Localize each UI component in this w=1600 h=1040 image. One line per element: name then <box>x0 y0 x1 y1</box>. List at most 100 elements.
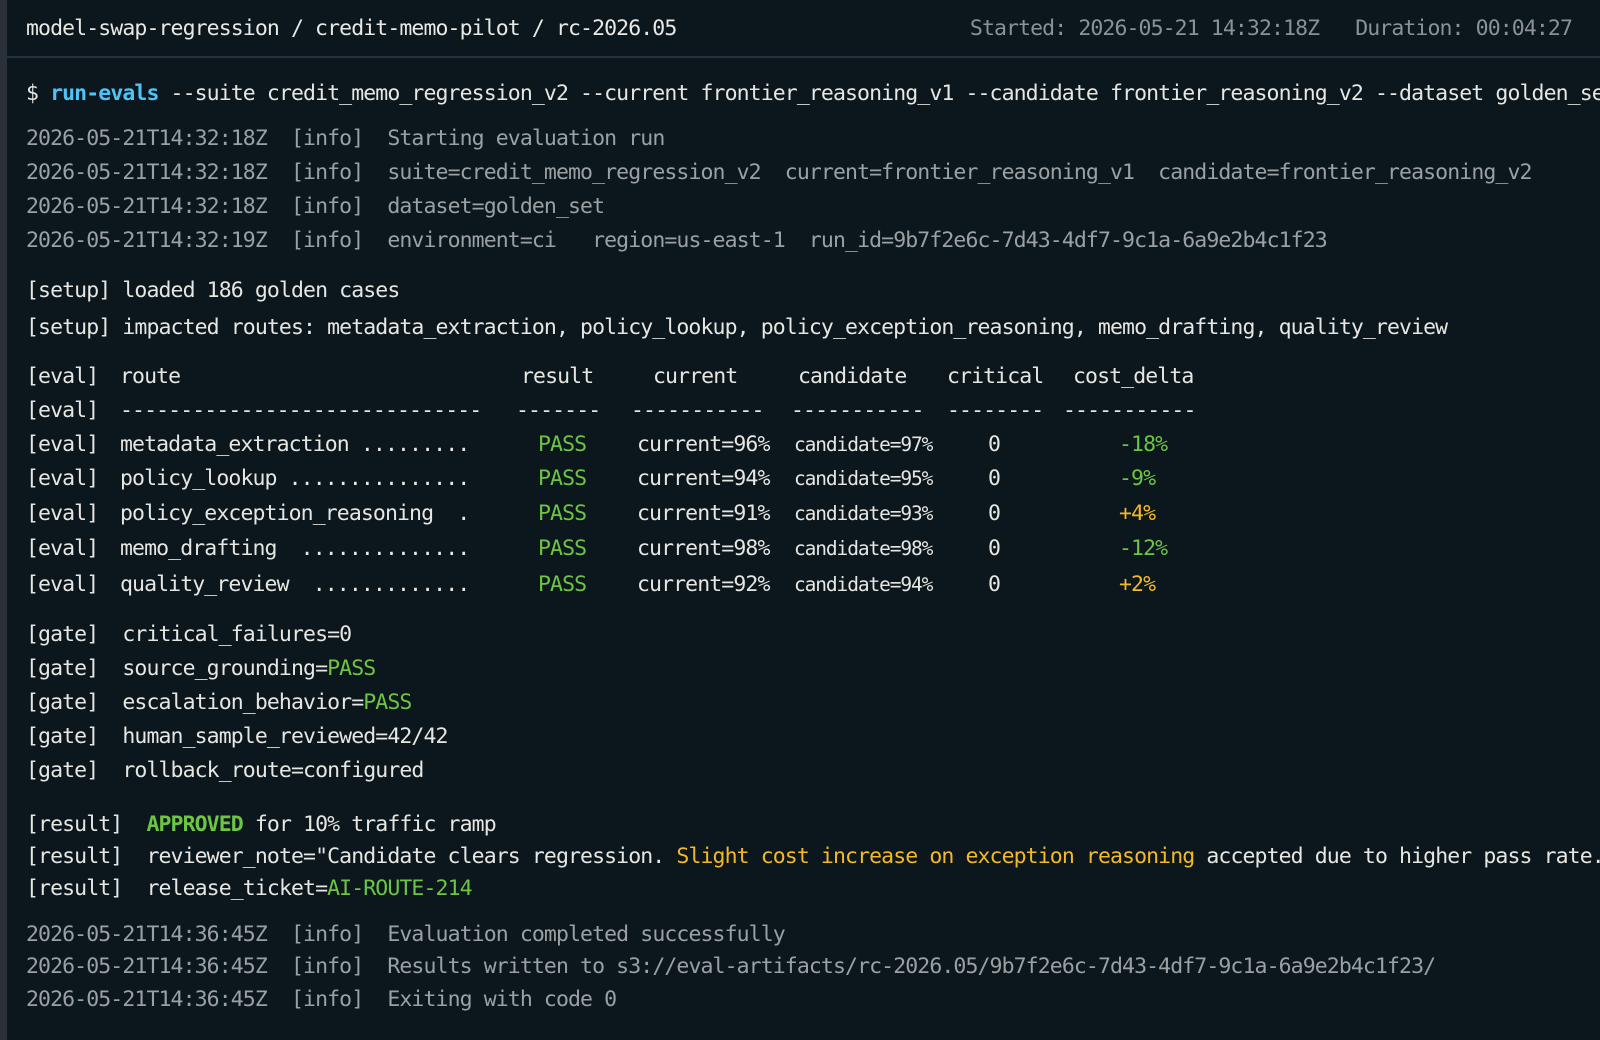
gate-key: escalation_behavior= <box>122 690 364 715</box>
candidate-score: candidate=93% <box>794 502 933 525</box>
log-level: [info] <box>290 160 364 185</box>
route-name: policy_exception_reasoning . <box>120 501 470 526</box>
separator: ----------- <box>631 398 764 423</box>
current-score: current=98% <box>637 536 770 561</box>
terminal-title-bar: model-swap-regression / credit-memo-pilo… <box>7 0 1600 58</box>
log-timestamp: 2026-05-21T14:36:45Z <box>26 954 268 979</box>
started-time: Started: 2026-05-21 14:32:18Z <box>969 15 1320 41</box>
log-message: environment=ci region=us-east-1 run_id=9… <box>387 228 1327 253</box>
setup-message: loaded 186 golden cases <box>122 278 400 303</box>
log-message: Evaluation completed successfully <box>387 922 785 947</box>
separator: ------------------------------ <box>120 398 482 423</box>
gate-tag: [gate] <box>26 724 99 749</box>
log-timestamp: 2026-05-21T14:36:45Z <box>26 922 268 947</box>
result-line: [result] APPROVED for 10% traffic ramp <box>26 812 497 838</box>
result-badge: PASS <box>538 466 587 491</box>
result-badge: PASS <box>538 432 587 457</box>
log-timestamp: 2026-05-21T14:32:18Z <box>26 194 268 219</box>
gate-key: human_sample_reviewed= <box>122 724 388 749</box>
eval-tag: [eval] <box>26 398 99 423</box>
command-program: run-evals <box>50 81 159 106</box>
route-name: quality_review ............. <box>120 572 470 597</box>
separator: -------- <box>947 398 1044 423</box>
cost-delta: -12% <box>1119 536 1168 561</box>
critical-count: 0 <box>988 572 1001 597</box>
column-header-candidate: candidate <box>798 364 907 389</box>
log-line: 2026-05-21T14:36:45Z [info] Evaluation c… <box>26 922 786 948</box>
result-badge: PASS <box>538 572 587 597</box>
result-line: [result] release_ticket=AI-ROUTE-214 <box>26 876 473 902</box>
separator: ------- <box>516 398 601 423</box>
critical-count: 0 <box>988 432 1001 457</box>
breadcrumb: model-swap-regression / credit-memo-pilo… <box>26 15 677 41</box>
approval-detail: for 10% traffic ramp <box>242 812 497 837</box>
result-badge: PASS <box>538 536 587 561</box>
setup-message: impacted routes: metadata_extraction, po… <box>122 315 1448 340</box>
eval-tag: [eval] <box>26 364 99 389</box>
current-score: current=91% <box>637 501 770 526</box>
terminal-window: model-swap-regression / credit-memo-pilo… <box>0 0 1600 1040</box>
candidate-score: candidate=97% <box>794 433 933 456</box>
eval-tag: [eval] <box>26 536 99 561</box>
log-line: 2026-05-21T14:32:18Z [info] Starting eva… <box>26 126 665 152</box>
log-level: [info] <box>290 922 364 947</box>
current-score: current=92% <box>637 572 770 597</box>
candidate-score: candidate=94% <box>794 573 933 596</box>
run-duration: Duration: 00:04:27 <box>1355 15 1573 41</box>
gate-value: 42/42 <box>387 724 448 749</box>
result-tag: [result] <box>26 876 123 901</box>
log-timestamp: 2026-05-21T14:32:18Z <box>26 126 268 151</box>
critical-count: 0 <box>988 466 1001 491</box>
gate-value: configured <box>303 758 424 783</box>
gate-line: [gate] escalation_behavior=PASS <box>26 690 412 716</box>
log-level: [info] <box>290 126 364 151</box>
gate-key: source_grounding= <box>122 656 328 681</box>
log-level: [info] <box>290 987 364 1012</box>
cost-delta: -9% <box>1119 466 1156 491</box>
gate-key: rollback_route= <box>122 758 304 783</box>
log-level: [info] <box>290 954 364 979</box>
route-name: policy_lookup ............... <box>120 466 470 491</box>
result-badge: PASS <box>538 501 587 526</box>
column-header-cost-delta: cost_delta <box>1073 364 1194 389</box>
eval-tag: [eval] <box>26 432 99 457</box>
cost-delta: +2% <box>1119 572 1156 597</box>
log-line: 2026-05-21T14:36:45Z [info] Exiting with… <box>26 987 617 1013</box>
result-tag: [result] <box>26 844 123 869</box>
gate-tag: [gate] <box>26 690 99 715</box>
log-level: [info] <box>290 194 364 219</box>
gate-key: critical_failures= <box>122 622 340 647</box>
reviewer-note-highlight: Slight cost increase on exception reason… <box>676 844 1195 869</box>
setup-line: [setup] loaded 186 golden cases <box>26 278 400 304</box>
eval-tag: [eval] <box>26 572 99 597</box>
log-line: 2026-05-21T14:36:45Z [info] Results writ… <box>26 954 1436 980</box>
gate-line: [gate] critical_failures=0 <box>26 622 352 648</box>
column-header-route: route <box>120 364 181 389</box>
reviewer-note-suffix: accepted due to higher pass rate." <box>1194 844 1600 869</box>
gate-value: PASS <box>363 690 412 715</box>
column-header-critical: critical <box>947 364 1044 389</box>
current-score: current=96% <box>637 432 770 457</box>
log-timestamp: 2026-05-21T14:32:19Z <box>26 228 268 253</box>
log-line: 2026-05-21T14:32:18Z [info] dataset=gold… <box>26 194 605 220</box>
release-ticket-link[interactable]: AI-ROUTE-214 <box>327 876 472 901</box>
candidate-score: candidate=95% <box>794 467 933 490</box>
log-message: Exiting with code 0 <box>387 987 617 1012</box>
command-args: --suite credit_memo_regression_v2 --curr… <box>170 81 1600 106</box>
gate-tag: [gate] <box>26 656 99 681</box>
gate-value: 0 <box>339 622 352 647</box>
approved-status: APPROVED <box>146 812 243 837</box>
log-level: [info] <box>290 228 364 253</box>
setup-tag: [setup] <box>26 315 111 340</box>
route-name: memo_drafting .............. <box>120 536 470 561</box>
result-line: [result] reviewer_note="Candidate clears… <box>26 844 1600 870</box>
gate-tag: [gate] <box>26 758 99 783</box>
log-line: 2026-05-21T14:32:19Z [info] environment=… <box>26 228 1328 254</box>
run-meta: Started: 2026-05-21 14:32:18Z Duration: 0… <box>969 15 1573 41</box>
command-line: $ run-evals --suite credit_memo_regressi… <box>26 81 1600 107</box>
cost-delta: -18% <box>1119 432 1168 457</box>
column-header-current: current <box>653 364 738 389</box>
log-timestamp: 2026-05-21T14:32:18Z <box>26 160 268 185</box>
log-message: Results written to s3://eval-artifacts/r… <box>387 954 1436 979</box>
log-message: suite=credit_memo_regression_v2 current=… <box>387 160 1532 185</box>
